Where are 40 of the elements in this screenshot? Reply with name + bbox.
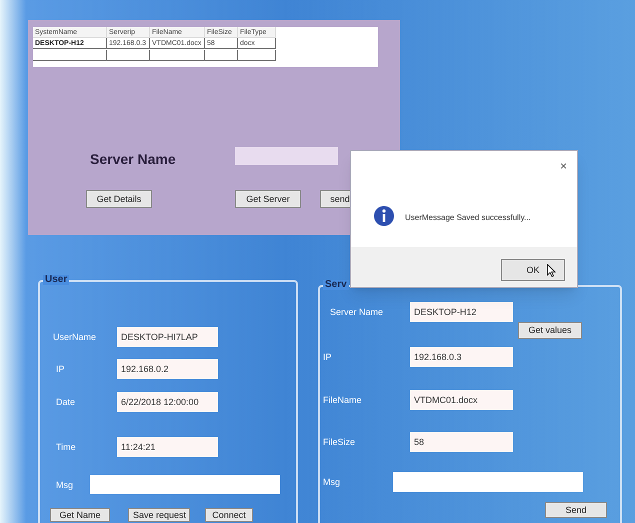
dialog-message: UserMessage Saved successfully... [405,212,531,224]
field-label: Date [56,398,76,407]
button[interactable]: OK [501,259,565,281]
button[interactable]: Connect [205,508,253,522]
table-cell [150,50,205,61]
info-icon [373,205,395,227]
field-label: FileName [323,396,362,405]
text-field[interactable]: 192.168.0.3 [410,347,513,367]
text-field[interactable]: 11:24:21 [117,437,218,457]
button[interactable]: Get Details [86,190,152,208]
group-title: Serv [323,280,349,290]
group-title: User [43,275,70,285]
field-label: FileSize [323,438,356,447]
field-label: Msg [323,478,340,487]
button[interactable]: Get Server [235,190,301,208]
text-field[interactable] [90,475,280,494]
button[interactable]: Get values [518,322,582,339]
table-cell [107,50,150,61]
text-field[interactable] [393,472,583,492]
button[interactable]: Get Name [50,508,110,522]
text-field[interactable]: 192.168.0.2 [117,359,218,379]
field-label: IP [323,353,332,362]
field-label: Server Name [330,308,384,317]
text-field[interactable]: 58 [410,432,513,452]
text-field[interactable]: DESKTOP-HI7LAP [117,327,218,347]
text-field[interactable]: DESKTOP-H12 [410,302,513,322]
text-field[interactable] [235,147,338,165]
close-button[interactable]: × [560,160,568,172]
cursor-icon [547,264,556,277]
text-field[interactable]: VTDMC01.docx [410,390,513,410]
text-field[interactable]: 6/22/2018 12:00:00 [117,392,218,412]
button[interactable]: Send [545,502,607,518]
field-label: Server Name [90,150,176,169]
table-cell [205,50,238,61]
table-cell [238,50,276,61]
field-label: UserName [53,333,96,342]
field-label: Time [56,443,76,452]
field-label: Msg [56,481,74,490]
field-label: IP [56,365,65,374]
button[interactable]: Save request [128,508,190,522]
